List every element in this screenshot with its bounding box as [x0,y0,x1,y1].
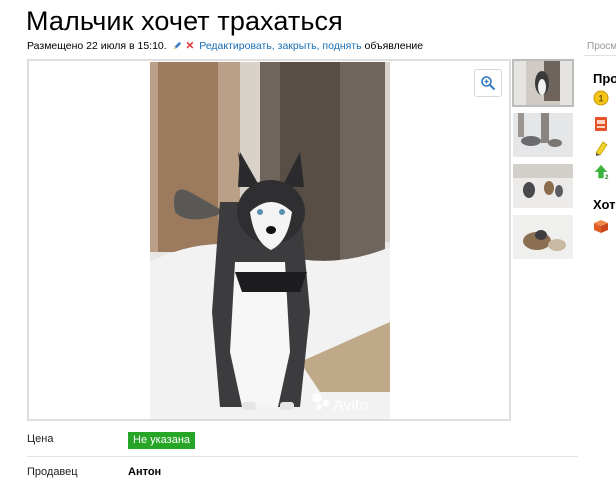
seller-label: Продавец [27,466,78,478]
promote-heading: Про [593,71,616,86]
thumbnail-3[interactable] [513,164,573,208]
thumbnail-image [514,61,572,105]
ad-actions-link[interactable]: Редактировать, закрыть, поднять [199,40,361,52]
gift-box-icon[interactable] [593,218,609,234]
close-icon[interactable]: ✕ [186,40,195,52]
coin-icon[interactable]: 1 [593,90,609,106]
main-photo[interactable]: Avito [150,62,390,419]
ad-meta: Размещено 22 июля в 15:10. ✕ Редактирова… [27,40,423,52]
ad-actions-suffix: объявление [364,40,424,52]
price-badge: Не указана [128,432,196,449]
thumbnail-image [513,113,573,157]
thumbnail-2[interactable] [513,113,573,157]
zoom-button[interactable] [474,69,502,97]
svg-text:2: 2 [605,174,609,180]
thumbnail-1[interactable] [512,59,574,107]
vip-icon[interactable] [593,116,609,132]
sidebar-divider [584,55,616,56]
main-photo-frame[interactable]: Avito [27,59,511,421]
watermark: Avito [333,397,368,414]
row-divider [27,456,578,457]
posted-date: Размещено 22 июля в 15:10. [27,40,167,52]
want-heading: Хот [593,197,616,212]
thumbnail-image [513,215,573,259]
husky-photo: Avito [150,62,390,419]
sidebar-views-label: Просм [587,41,616,52]
thumbnail-4[interactable] [513,215,573,259]
seller-name[interactable]: Антон [128,466,161,478]
zoom-in-icon [481,76,496,91]
pencil-icon[interactable] [173,41,182,50]
svg-text:1: 1 [598,94,603,104]
thumbnail-image [513,164,573,208]
highlight-icon[interactable] [593,140,609,156]
price-label: Цена [27,433,54,445]
ad-title: Мальчик хочет трахаться [26,6,343,36]
arrow-up-icon[interactable]: 2 [593,164,609,180]
